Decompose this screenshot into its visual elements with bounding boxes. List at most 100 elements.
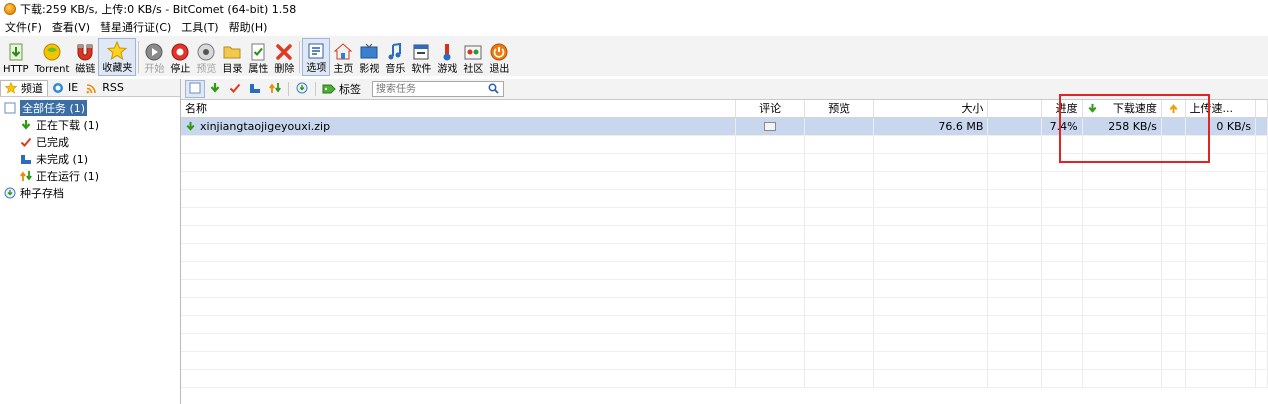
folder-icon <box>222 42 242 62</box>
bitcomet-app-icon <box>4 3 16 15</box>
software-button[interactable]: 软件 <box>408 38 434 76</box>
options-button[interactable]: 选项 <box>302 38 331 76</box>
tree-all-tasks[interactable]: 全部任务 (1) <box>0 99 180 116</box>
title-bar: 下载:259 KB/s, 上传:0 KB/s - BitComet (64-bi… <box>0 0 1268 18</box>
http-download-icon <box>6 42 26 62</box>
col-spacer <box>988 100 1043 117</box>
col-filler <box>1256 100 1268 117</box>
community-button[interactable]: 社区 <box>460 38 486 76</box>
toolbar-separator <box>315 82 316 96</box>
filter-all-button[interactable] <box>185 80 205 98</box>
tree-downloading[interactable]: 正在下载 (1) <box>0 116 180 133</box>
directory-button[interactable]: 目录 <box>219 38 245 76</box>
torrent-button[interactable]: Torrent <box>32 38 73 76</box>
stop-icon <box>170 42 190 62</box>
tree-completed[interactable]: 已完成 <box>0 133 180 150</box>
favorites-star-icon <box>107 41 128 61</box>
empty-row <box>181 316 1268 334</box>
http-button[interactable]: HTTP <box>0 38 32 76</box>
music-icon <box>385 42 405 62</box>
tag-icon <box>322 84 336 94</box>
download-arrow-icon <box>209 82 221 97</box>
menu-passport[interactable]: 彗星通行证(C) <box>95 19 176 35</box>
task-name: xinjiangtaojigeyouxi.zip <box>200 120 331 133</box>
empty-row <box>181 352 1268 370</box>
delete-button[interactable]: 删除 <box>271 38 297 76</box>
exit-button[interactable]: 退出 <box>486 38 512 76</box>
menu-help[interactable]: 帮助(H) <box>224 19 273 35</box>
empty-row <box>181 280 1268 298</box>
col-comment[interactable]: 评论 <box>736 100 806 117</box>
preview-icon <box>196 42 216 62</box>
empty-row <box>181 208 1268 226</box>
empty-row <box>181 172 1268 190</box>
empty-row <box>181 226 1268 244</box>
filter-completed-button[interactable] <box>225 80 245 98</box>
empty-row <box>181 244 1268 262</box>
search-icon[interactable] <box>488 83 499 97</box>
filter-seed-archive-button[interactable] <box>292 80 312 98</box>
magnet-icon <box>75 42 95 62</box>
start-button[interactable]: 开始 <box>141 38 167 76</box>
filter-incomplete-button[interactable] <box>245 80 265 98</box>
search-input[interactable] <box>373 82 489 97</box>
tab-channel[interactable]: 频道 <box>0 79 48 96</box>
up-down-arrows-icon <box>269 82 281 97</box>
all-tasks-icon <box>189 82 201 97</box>
torrent-icon <box>42 42 62 62</box>
menu-view[interactable]: 查看(V) <box>47 19 95 35</box>
window-title: 下载:259 KB/s, 上传:0 KB/s - BitComet (64-bi… <box>20 3 297 16</box>
up-down-arrows-icon <box>20 170 32 182</box>
delete-x-icon <box>274 42 294 62</box>
tree-incomplete[interactable]: 未完成 (1) <box>0 150 180 167</box>
video-button[interactable]: 影视 <box>356 38 382 76</box>
col-size[interactable]: 大小 <box>874 100 989 117</box>
filter-downloading-button[interactable] <box>205 80 225 98</box>
preview-button[interactable]: 预览 <box>193 38 219 76</box>
toolbar-separator <box>138 41 140 73</box>
favorites-button[interactable]: 收藏夹 <box>98 38 137 76</box>
software-icon <box>411 42 431 62</box>
options-icon <box>306 41 326 61</box>
properties-button[interactable]: 属性 <box>245 38 271 76</box>
community-icon <box>463 42 483 62</box>
stop-button[interactable]: 停止 <box>167 38 193 76</box>
empty-row <box>181 262 1268 280</box>
empty-row <box>181 334 1268 352</box>
tree-seed-archive[interactable]: 种子存档 <box>0 184 180 201</box>
empty-row <box>181 370 1268 388</box>
ie-icon <box>52 82 64 94</box>
menu-file[interactable]: 文件(F) <box>0 19 47 35</box>
search-box[interactable] <box>372 81 504 97</box>
menu-tools[interactable]: 工具(T) <box>176 19 223 35</box>
left-pane-tabs: 频道 IE RSS <box>0 79 180 97</box>
annotation-highlight-box <box>1059 94 1210 163</box>
empty-row <box>181 190 1268 208</box>
properties-icon <box>248 42 268 62</box>
empty-row <box>181 298 1268 316</box>
start-icon <box>144 42 164 62</box>
menu-bar: 文件(F) 查看(V) 彗星通行证(C) 工具(T) 帮助(H) <box>0 19 1268 35</box>
video-icon <box>359 42 379 62</box>
magnet-button[interactable]: 磁链 <box>72 38 98 76</box>
comment-icon[interactable] <box>764 121 777 132</box>
tree-running[interactable]: 正在运行 (1) <box>0 167 180 184</box>
tab-rss[interactable]: RSS <box>82 80 128 95</box>
checkmark-icon <box>20 136 32 148</box>
incomplete-bar-icon <box>20 153 32 165</box>
seed-archive-icon <box>296 82 308 97</box>
col-name[interactable]: 名称 <box>181 100 736 117</box>
music-button[interactable]: 音乐 <box>382 38 408 76</box>
col-preview[interactable]: 预览 <box>805 100 874 117</box>
incomplete-bar-icon <box>249 82 261 97</box>
seed-archive-icon <box>4 187 16 199</box>
task-preview <box>805 118 874 135</box>
all-tasks-icon <box>4 102 16 114</box>
filter-running-button[interactable] <box>265 80 285 98</box>
home-icon <box>333 42 353 62</box>
game-button[interactable]: 游戏 <box>434 38 460 76</box>
tag-button[interactable]: 标签 <box>319 81 364 97</box>
tab-ie[interactable]: IE <box>48 80 82 95</box>
home-button[interactable]: 主页 <box>330 38 356 76</box>
toolbar-separator <box>299 41 301 73</box>
